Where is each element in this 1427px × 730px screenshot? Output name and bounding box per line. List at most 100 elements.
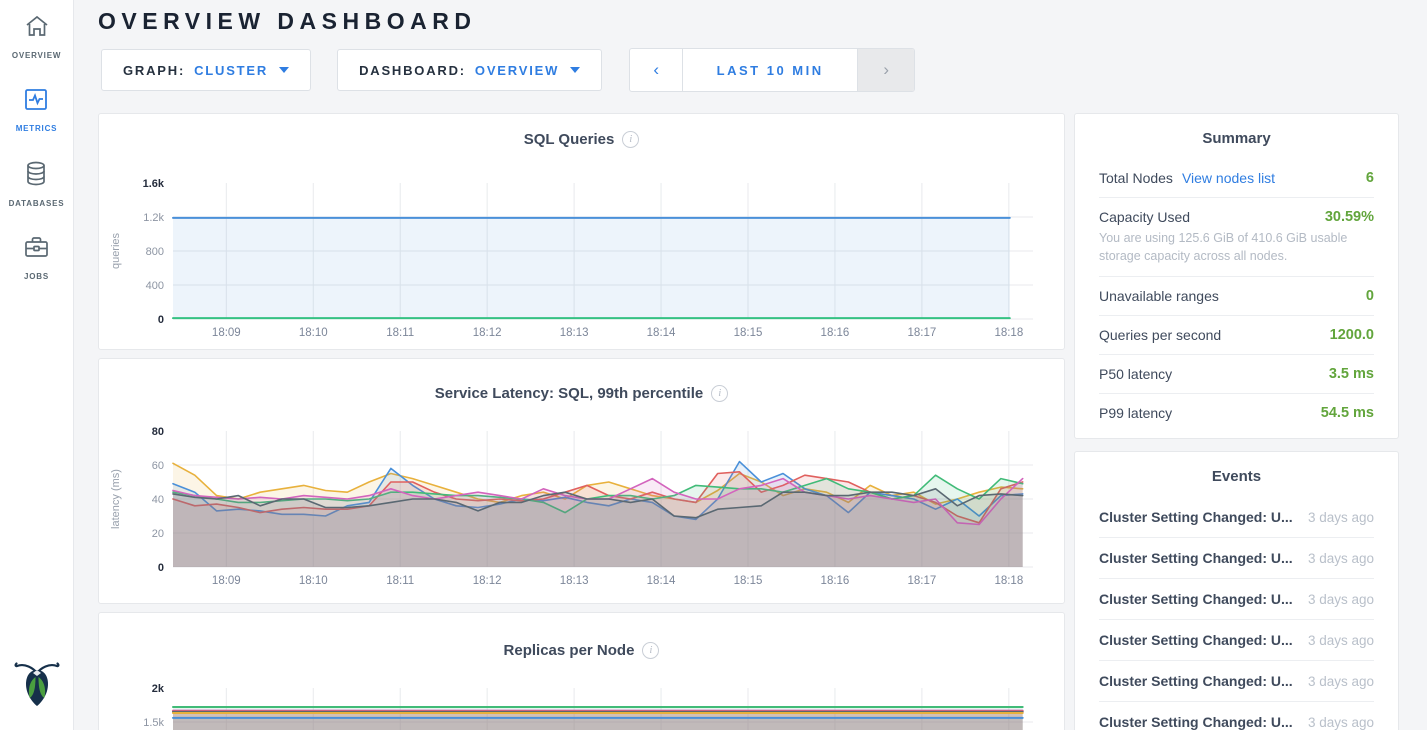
event-text: Cluster Setting Changed: U...: [1099, 632, 1293, 648]
summary-row-capacity: Capacity Used 30.59% You are using 125.6…: [1099, 198, 1374, 277]
graph-dropdown-label: GRAPH:: [123, 63, 185, 78]
replicas-per-node-panel: Replicas per Node i 18:0918:1018:1118:12…: [98, 612, 1065, 730]
event-text: Cluster Setting Changed: U...: [1099, 550, 1293, 566]
p50-latency-value: 3.5 ms: [1329, 366, 1374, 382]
event-time: 3 days ago: [1308, 674, 1374, 689]
svg-text:1.2k: 1.2k: [143, 212, 164, 224]
left-sidebar: OVERVIEW METRICS DATABASES: [0, 0, 74, 730]
summary-row-p99: P99 latency 54.5 ms: [1099, 394, 1374, 432]
time-next-button[interactable]: ›: [858, 49, 914, 91]
summary-row-p50: P50 latency 3.5 ms: [1099, 355, 1374, 394]
svg-text:18:12: 18:12: [473, 327, 502, 339]
controls-bar: GRAPH: CLUSTER DASHBOARD: OVERVIEW ‹ LAS…: [101, 48, 1427, 92]
view-nodes-list-link[interactable]: View nodes list: [1182, 170, 1275, 186]
svg-text:18:15: 18:15: [734, 575, 763, 587]
svg-text:40: 40: [152, 494, 164, 506]
chevron-down-icon: [570, 67, 580, 73]
svg-text:18:17: 18:17: [907, 575, 936, 587]
event-row[interactable]: Cluster Setting Changed: U...3 days ago: [1099, 497, 1374, 538]
sidebar-item-overview[interactable]: OVERVIEW: [12, 14, 61, 60]
page-title: OVERVIEW DASHBOARD: [98, 0, 1427, 35]
database-icon: [23, 160, 49, 192]
events-title: Events: [1099, 452, 1374, 497]
svg-text:18:16: 18:16: [821, 327, 850, 339]
event-row[interactable]: Cluster Setting Changed: U... 3 days ago: [1099, 538, 1374, 579]
svg-text:1.6k: 1.6k: [143, 178, 165, 190]
svg-text:18:10: 18:10: [299, 575, 328, 587]
sidebar-item-databases[interactable]: DATABASES: [9, 160, 65, 208]
summary-row-qps: Queries per second 1200.0: [1099, 316, 1374, 355]
time-window-selector: ‹ LAST 10 MIN ›: [629, 48, 915, 92]
summary-row-unavailable-ranges: Unavailable ranges 0: [1099, 277, 1374, 316]
right-column: Summary Total Nodes View nodes list 6 Ca…: [1074, 113, 1399, 730]
dashboard-dropdown-value: OVERVIEW: [475, 63, 559, 78]
metrics-icon: [23, 87, 49, 117]
svg-text:18:13: 18:13: [560, 327, 589, 339]
svg-text:18:14: 18:14: [647, 327, 676, 339]
sidebar-item-label: JOBS: [24, 272, 49, 281]
svg-text:18:11: 18:11: [386, 327, 414, 339]
svg-text:queries: queries: [110, 232, 122, 269]
svg-text:2k: 2k: [152, 683, 165, 695]
total-nodes-label: Total Nodes: [1099, 170, 1173, 186]
sql-queries-panel: SQL Queries i 18:09 18:10 18:11 18:12 18:13 1…: [98, 113, 1065, 350]
home-icon: [24, 14, 50, 44]
sidebar-item-metrics[interactable]: METRICS: [16, 87, 58, 133]
event-text: Cluster Setting Changed: U...: [1099, 714, 1293, 730]
svg-text:400: 400: [146, 280, 164, 292]
sql-queries-chart: 18:0918:1018:1118:1218:1318:1418:1518:16…: [99, 157, 1062, 349]
svg-text:latency (ms): latency (ms): [110, 469, 122, 529]
event-text: Cluster Setting Changed: U...: [1099, 509, 1293, 525]
sidebar-item-label: OVERVIEW: [12, 51, 61, 60]
service-latency-chart: 18:0918:1018:1118:1218:1318:1418:1518:16…: [99, 411, 1062, 603]
svg-text:18:11: 18:11: [386, 575, 414, 587]
info-icon[interactable]: i: [711, 385, 728, 402]
graph-dropdown[interactable]: GRAPH: CLUSTER: [101, 49, 311, 91]
sidebar-item-label: DATABASES: [9, 199, 65, 208]
time-prev-button[interactable]: ‹: [630, 49, 682, 91]
dashboard-dropdown[interactable]: DASHBOARD: OVERVIEW: [337, 49, 602, 91]
replicas-per-node-chart: 18:0918:1018:1118:1218:1318:1418:1518:16…: [99, 668, 1062, 730]
svg-text:18:10: 18:10: [299, 327, 328, 339]
qps-value: 1200.0: [1330, 327, 1374, 343]
total-nodes-value: 6: [1366, 170, 1374, 186]
event-text: Cluster Setting Changed: U...: [1099, 673, 1293, 689]
svg-text:0: 0: [158, 314, 164, 326]
events-list: Cluster Setting Changed: U... 3 days ago C…: [1099, 497, 1374, 730]
info-icon[interactable]: i: [642, 642, 659, 659]
unavailable-ranges-value: 0: [1366, 288, 1374, 304]
summary-row-total-nodes: Total Nodes View nodes list 6: [1099, 159, 1374, 198]
svg-text:60: 60: [152, 460, 164, 472]
service-latency-panel: Service Latency: SQL, 99th percentile i …: [98, 358, 1065, 604]
capacity-value: 30.59%: [1325, 209, 1374, 225]
event-time: 3 days ago: [1308, 633, 1374, 648]
summary-title: Summary: [1099, 114, 1374, 159]
info-icon[interactable]: i: [622, 131, 639, 148]
events-panel: Events Cluster Setting Changed: U... 3 da…: [1074, 451, 1399, 730]
sidebar-item-jobs[interactable]: JOBS: [23, 235, 50, 281]
p99-latency-value: 54.5 ms: [1321, 405, 1374, 421]
event-time: 3 days ago: [1308, 715, 1374, 730]
svg-text:18:13: 18:13: [560, 575, 589, 587]
charts-column: SQL Queries i 18:0918:1018:1118:1218:131…: [98, 113, 1065, 730]
svg-text:800: 800: [146, 246, 164, 258]
svg-text:18:09: 18:09: [212, 327, 241, 339]
time-window-label[interactable]: LAST 10 MIN: [682, 49, 858, 91]
svg-text:18:17: 18:17: [907, 327, 936, 339]
event-row[interactable]: Cluster Setting Changed: U... 3 days ago: [1099, 702, 1374, 730]
capacity-caption: You are using 125.6 GiB of 410.6 GiB usa…: [1099, 229, 1374, 265]
event-time: 3 days ago: [1308, 551, 1374, 566]
event-row[interactable]: Cluster Setting Changed: U... 3 days ago: [1099, 620, 1374, 661]
event-row[interactable]: Cluster Setting Changed: U...3 days ago: [1099, 579, 1374, 620]
cockroach-logo: [13, 657, 61, 714]
event-row[interactable]: Cluster Setting Changed: U... 3 days ago: [1099, 661, 1374, 702]
chart-title: SQL Queries: [524, 131, 615, 148]
dashboard-dropdown-label: DASHBOARD:: [359, 63, 466, 78]
chevron-down-icon: [279, 67, 289, 73]
graph-dropdown-value: CLUSTER: [194, 63, 268, 78]
event-text: Cluster Setting Changed: U...: [1099, 591, 1293, 607]
qps-label: Queries per second: [1099, 327, 1221, 343]
briefcase-icon: [23, 235, 50, 265]
chart-title: Service Latency: SQL, 99th percentile: [435, 385, 703, 402]
svg-text:18:18: 18:18: [994, 575, 1023, 587]
